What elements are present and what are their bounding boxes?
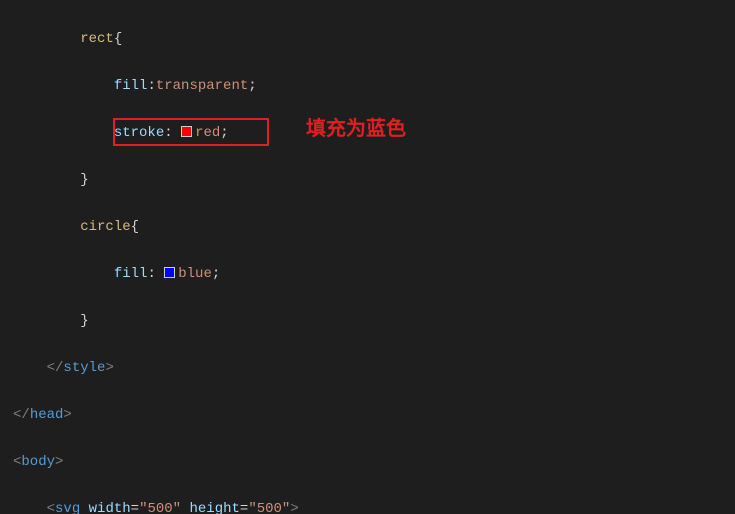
code-line: rect{ (13, 28, 735, 52)
color-swatch-blue-icon (164, 267, 175, 278)
code-editor[interactable]: rect{ fill:transparent; stroke: red; } c… (0, 0, 735, 514)
code-line: } (13, 169, 735, 193)
code-line: } (13, 310, 735, 334)
css-selector: circle (80, 219, 130, 235)
code-line: fill:transparent; (13, 75, 735, 99)
color-swatch-red-icon (181, 126, 192, 137)
code-line: stroke: red; (13, 122, 735, 146)
code-line: <body> (13, 451, 735, 475)
code-line: </style> (13, 357, 735, 381)
code-line: <svg width="500" height="500"> (13, 498, 735, 514)
code-line: circle{ (13, 216, 735, 240)
code-line: fill: blue; (13, 263, 735, 287)
css-selector: rect (80, 31, 114, 47)
code-line: </head> (13, 404, 735, 428)
